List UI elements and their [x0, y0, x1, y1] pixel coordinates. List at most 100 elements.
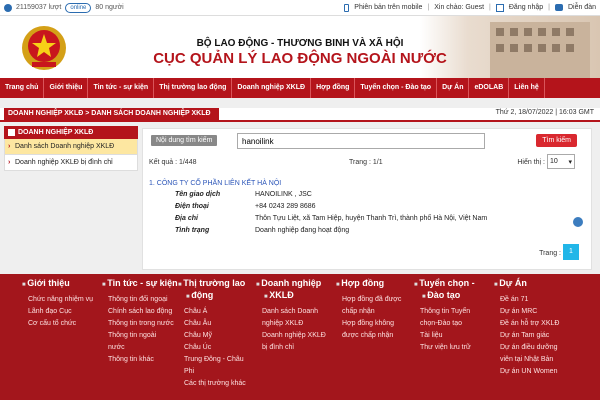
page-size-value: 10: [550, 158, 558, 165]
page-info: Trang : 1/1: [349, 159, 383, 166]
search-panel: Nội dung tìm kiếm Tìm kiếm Kết quả : 1/4…: [142, 128, 592, 270]
search-button[interactable]: Tìm kiếm: [536, 134, 577, 147]
footer-link[interactable]: Hợp đồng đã được: [342, 294, 401, 306]
footer-link[interactable]: Phi: [184, 366, 246, 378]
nav-edolab[interactable]: eDOLAB: [469, 78, 510, 98]
footer-link[interactable]: Các thị trường khác: [184, 378, 246, 390]
footer-link[interactable]: Thông tin ngoài: [108, 330, 178, 342]
mobile-version-link[interactable]: Phiên bản trên mobile: [354, 4, 422, 11]
company-row: Điện thoại +84 0243 289 8686: [175, 203, 316, 210]
company-title-link[interactable]: 1. CÔNG TY CỔ PHẦN LIÊN KẾT HÀ NỘI: [149, 180, 281, 187]
search-detail-icon[interactable]: [573, 217, 583, 227]
footer-link[interactable]: Châu Mỹ: [184, 330, 246, 342]
footer-link[interactable]: Danh sách Doanh: [262, 306, 326, 318]
nav-news[interactable]: Tin tức - sự kiện: [88, 78, 155, 98]
footer-heading-cont[interactable]: Đào tạo: [422, 290, 475, 302]
footer-link[interactable]: Chính sách lao động: [108, 306, 178, 318]
chevron-down-icon: ▾: [568, 158, 572, 166]
nav-companies[interactable]: Doanh nghiệp XKLĐ: [232, 78, 312, 98]
building-image: [490, 22, 590, 78]
visit-count: 21159037 lượt: [16, 4, 62, 11]
footer-link[interactable]: nước: [108, 342, 178, 354]
footer-link[interactable]: Doanh nghiệp XKLĐ: [262, 330, 326, 342]
footer-link[interactable]: bị đình chỉ: [262, 342, 326, 354]
footer-heading[interactable]: Doanh nghiệp: [256, 278, 326, 290]
search-label: Nội dung tìm kiếm: [151, 135, 218, 146]
footer-link[interactable]: Thông tin khác: [108, 354, 178, 366]
visit-stats: 21159037 lượt online 80 người: [4, 2, 124, 13]
login-link[interactable]: Đăng nhập: [509, 4, 543, 11]
footer-link[interactable]: Thư viện lưu trữ: [420, 342, 475, 354]
nav-about[interactable]: Giới thiệu: [44, 78, 89, 98]
page-size-select[interactable]: 10 ▾: [547, 154, 575, 169]
row-value: HANOILINK , JSC: [255, 191, 312, 198]
footer-link[interactable]: Chức năng nhiệm vụ: [28, 294, 93, 306]
row-value: Doanh nghiệp đang hoạt động: [255, 227, 350, 234]
footer-link[interactable]: chọn-Đào tạo: [420, 318, 475, 330]
footer-link[interactable]: Thông tin trong nước: [108, 318, 178, 330]
menu-icon: [8, 129, 15, 136]
footer-col-projects: Dự Án Đề án 71 Dự án MRC Đề án hỗ trợ XK…: [494, 278, 559, 378]
footer-col-recruitment: Tuyển chọn - Đào tạo Thông tin Tuyển chọ…: [414, 278, 475, 354]
footer-heading[interactable]: Hợp đồng: [336, 278, 401, 290]
footer-heading[interactable]: Tin tức - sự kiện: [102, 278, 177, 290]
main-nav: Trang chủ Giới thiệu Tin tức - sự kiện T…: [0, 78, 600, 98]
footer-link[interactable]: Đề án 71: [500, 294, 559, 306]
footer-link[interactable]: Thông tin Tuyển: [420, 306, 475, 318]
footer-link[interactable]: Trung Đông - Châu: [184, 354, 246, 366]
nav-contact[interactable]: Liên hệ: [509, 78, 545, 98]
footer-link[interactable]: Lãnh đạo Cục: [28, 306, 93, 318]
sidebar-item-company-list[interactable]: Danh sách Doanh nghiệp XKLĐ: [4, 139, 138, 155]
search-input[interactable]: [237, 133, 485, 149]
sidebar-header: DOANH NGHIỆP XKLĐ: [4, 126, 138, 139]
greeting: Xin chào: Guest: [434, 4, 485, 11]
footer-link[interactable]: chấp nhận: [342, 306, 401, 318]
footer-link[interactable]: Dự án điều dưỡng: [500, 342, 559, 354]
row-value: +84 0243 289 8686: [255, 203, 316, 210]
footer-link[interactable]: Hợp đồng không: [342, 318, 401, 330]
nav-market[interactable]: Thị trường lao động: [154, 78, 233, 98]
footer-heading[interactable]: Dự Án: [494, 278, 559, 290]
footer-heading-cont[interactable]: XKLĐ: [264, 290, 326, 302]
footer-link[interactable]: nghiệp XKLĐ: [262, 318, 326, 330]
date-time: Thứ 2, 18/07/2022 | 16:03 GMT: [495, 109, 594, 116]
footer: Giới thiệu Chức năng nhiệm vụ Lãnh đạo C…: [0, 274, 600, 400]
footer-link[interactable]: Cơ cấu tổ chức: [28, 318, 93, 330]
nav-contracts[interactable]: Hợp đồng: [311, 78, 356, 98]
page-button-1[interactable]: 1: [563, 244, 579, 260]
row-key: Tên giao dịch: [175, 191, 221, 198]
result-count: Kết quả : 1/448: [149, 159, 197, 166]
breadcrumb[interactable]: DOANH NGHIỆP XKLĐ > DANH SÁCH DOANH NGHI…: [4, 108, 219, 120]
footer-heading[interactable]: Tuyển chọn -: [414, 278, 474, 290]
online-count: 80 người: [95, 4, 124, 11]
footer-heading-cont[interactable]: động: [186, 290, 246, 302]
footer-link[interactable]: Châu Á: [184, 306, 246, 318]
footer-link[interactable]: Tài liệu: [420, 330, 475, 342]
forum-link[interactable]: Diễn đàn: [568, 4, 596, 11]
sidebar-item-suspended[interactable]: Doanh nghiệp XKLĐ bị đình chỉ: [4, 155, 138, 171]
footer-col-market: Thị trường lao động Châu Á Châu Âu Châu …: [178, 278, 246, 390]
footer-heading[interactable]: Thị trường lao: [178, 278, 246, 290]
footer-link[interactable]: Châu Úc: [184, 342, 246, 354]
footer-link[interactable]: Thông tin đối ngoại: [108, 294, 178, 306]
footer-col-about: Giới thiệu Chức năng nhiệm vụ Lãnh đạo C…: [22, 278, 93, 330]
footer-link[interactable]: viên tại Nhật Bản: [500, 354, 559, 366]
footer-link[interactable]: Dự án MRC: [500, 306, 559, 318]
nav-home[interactable]: Trang chủ: [0, 78, 45, 98]
footer-link[interactable]: Dự án Tam giác: [500, 330, 559, 342]
footer-link[interactable]: Châu Âu: [184, 318, 246, 330]
footer-link[interactable]: được chấp nhận: [342, 330, 401, 342]
company-row: Địa chỉ Thôn Tựu Liệt, xã Tam Hiệp, huyệ…: [175, 215, 487, 222]
nav-recruitment[interactable]: Tuyển chọn - Đào tạo: [355, 78, 438, 98]
pagination-label: Trang :: [539, 250, 561, 257]
banner: BỘ LAO ĐỘNG - THƯƠNG BINH VÀ XÃ HỘI CỤC …: [0, 16, 600, 78]
footer-col-companies: Doanh nghiệp XKLĐ Danh sách Doanh nghiệp…: [256, 278, 326, 354]
footer-col-news: Tin tức - sự kiện Thông tin đối ngoại Ch…: [102, 278, 178, 366]
nav-projects[interactable]: Dự Án: [437, 78, 470, 98]
row-key: Tình trạng: [175, 227, 210, 234]
footer-heading[interactable]: Giới thiệu: [22, 278, 93, 290]
company-row: Tình trạng Doanh nghiệp đang hoạt động: [175, 227, 349, 234]
row-key: Địa chỉ: [175, 215, 198, 222]
footer-link[interactable]: Đề án hỗ trợ XKLĐ: [500, 318, 559, 330]
footer-link[interactable]: Dự án UN Women: [500, 366, 559, 378]
